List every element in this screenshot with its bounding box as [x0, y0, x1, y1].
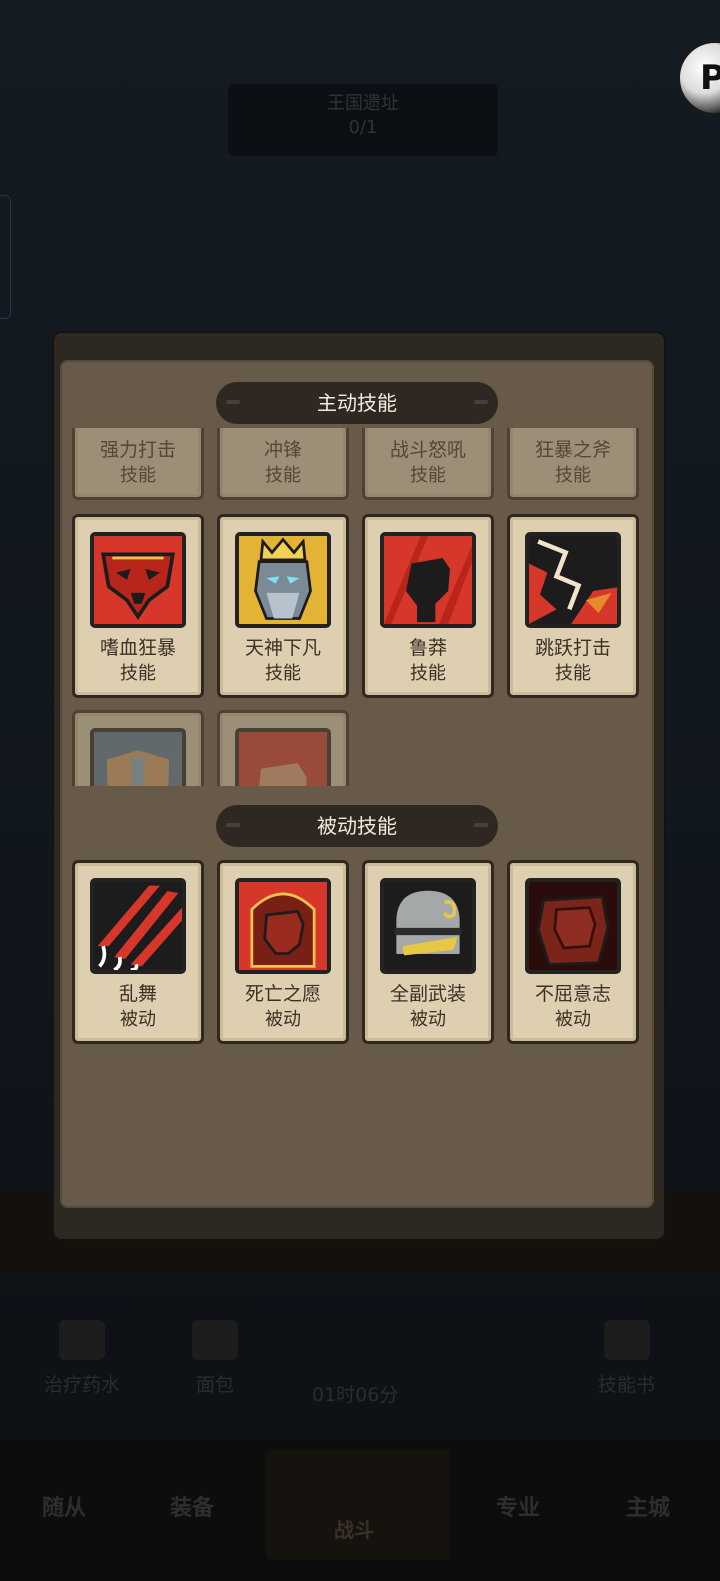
- god-king-icon: [235, 532, 331, 628]
- skill-name: 天神下凡: [244, 637, 321, 659]
- active-skills-banner: 主动技能: [216, 382, 498, 424]
- skill-type: 技能: [555, 663, 591, 684]
- skill-type: 技能: [120, 663, 156, 684]
- skill-name: 不屈意志: [534, 983, 611, 1005]
- death-wish-fist-icon: [235, 878, 331, 974]
- passive-card-full-armor[interactable]: 全副武装 被动: [362, 860, 494, 1044]
- passive-card-death-wish[interactable]: 死亡之愿 被动: [217, 860, 349, 1044]
- skill-name: 强力打击: [99, 439, 176, 461]
- skill-type: 技能: [555, 465, 591, 486]
- timer-label: 01时06分: [312, 1384, 399, 1406]
- skill-name: 嗜血狂暴: [99, 637, 176, 659]
- skill-card-avatar[interactable]: 天神下凡 技能: [217, 514, 349, 698]
- consumable-bar: 治疗药水 面包 01时06分 技能书: [0, 1320, 720, 1430]
- skill-name: 全副武装: [389, 983, 466, 1005]
- skill-card-recklessness[interactable]: 鲁莽 技能: [362, 514, 494, 698]
- side-tab: [0, 195, 11, 319]
- battle-tab-bg: [266, 1450, 450, 1560]
- skill-card-battle-shout[interactable]: 战斗怒吼 技能: [362, 428, 494, 500]
- skill-popup: 主动技能 强力打击 技能 冲锋 技能 战斗怒吼 技能 狂暴之斧 技能 嗜血狂暴 …: [60, 360, 654, 1208]
- potion-label: 治疗药水: [44, 1374, 121, 1396]
- nav-main-city[interactable]: 主城: [626, 1490, 670, 1522]
- warrior-helm-icon: [90, 728, 186, 786]
- skill-type: 被动: [265, 1009, 301, 1030]
- skill-type: 技能: [265, 663, 301, 684]
- iron-will-fist-icon: [525, 878, 621, 974]
- skill-type: 技能: [410, 465, 446, 486]
- skill-name: 跳跃打击: [534, 637, 611, 659]
- dungeon-title: 王国遗址: [327, 93, 399, 114]
- skill-name: 鲁莽: [408, 637, 447, 659]
- leap-strike-icon: [525, 532, 621, 628]
- dungeon-progress: 0/1: [348, 117, 378, 138]
- passive-card-iron-will[interactable]: 不屈意志 被动: [507, 860, 639, 1044]
- skill-type: 被动: [555, 1009, 591, 1030]
- skill-card-bloodlust[interactable]: 嗜血狂暴 技能: [72, 514, 204, 698]
- skillbook-label: 技能书: [598, 1374, 656, 1396]
- nav-equipment[interactable]: 装备: [170, 1490, 214, 1522]
- avatar-letter: P: [700, 58, 720, 98]
- fist-icon: [380, 532, 476, 628]
- skill-name: 乱舞: [118, 983, 157, 1005]
- potion-slot: 治疗药水: [44, 1320, 120, 1397]
- skill-name: 死亡之愿: [244, 983, 321, 1005]
- nav-followers[interactable]: 随从: [42, 1490, 86, 1522]
- skill-name: 冲锋: [263, 439, 302, 461]
- skill-card-locked-1[interactable]: [72, 710, 204, 786]
- skill-name: 狂暴之斧: [534, 439, 611, 461]
- bread-slot: 面包: [192, 1320, 238, 1397]
- dungeon-card: 王国遗址 0/1: [228, 84, 498, 156]
- timer: 01时06分: [312, 1380, 398, 1407]
- nav-profession[interactable]: 专业: [496, 1490, 540, 1522]
- passive-card-rampage[interactable]: 乱舞 被动: [72, 860, 204, 1044]
- skill-card-power-strike[interactable]: 强力打击 技能: [72, 428, 204, 500]
- skill-card-leap-strike[interactable]: 跳跃打击 技能: [507, 514, 639, 698]
- skill-card-locked-2[interactable]: [217, 710, 349, 786]
- bread-label: 面包: [195, 1374, 234, 1396]
- skill-name: 战斗怒吼: [389, 439, 466, 461]
- active-row-scrolled: 强力打击 技能 冲锋 技能 战斗怒吼 技能 狂暴之斧 技能: [60, 428, 654, 500]
- skill-card-charge[interactable]: 冲锋 技能: [217, 428, 349, 500]
- skill-type: 被动: [120, 1009, 156, 1030]
- skill-card-berserk-axe[interactable]: 狂暴之斧 技能: [507, 428, 639, 500]
- skillbook-slot: 技能书: [598, 1320, 655, 1397]
- armored-helm-icon: [380, 878, 476, 974]
- skill-type: 技能: [410, 663, 446, 684]
- claw-slash-icon: [90, 878, 186, 974]
- passive-skills-banner: 被动技能: [216, 805, 498, 847]
- skill-type: 技能: [120, 465, 156, 486]
- bloodlust-mask-icon: [90, 532, 186, 628]
- nav-battle[interactable]: 战斗: [334, 1514, 374, 1543]
- skill-type: 被动: [410, 1009, 446, 1030]
- active-row-locked: [60, 710, 654, 786]
- skill-type: 技能: [265, 465, 301, 486]
- flame-fist-icon: [235, 728, 331, 786]
